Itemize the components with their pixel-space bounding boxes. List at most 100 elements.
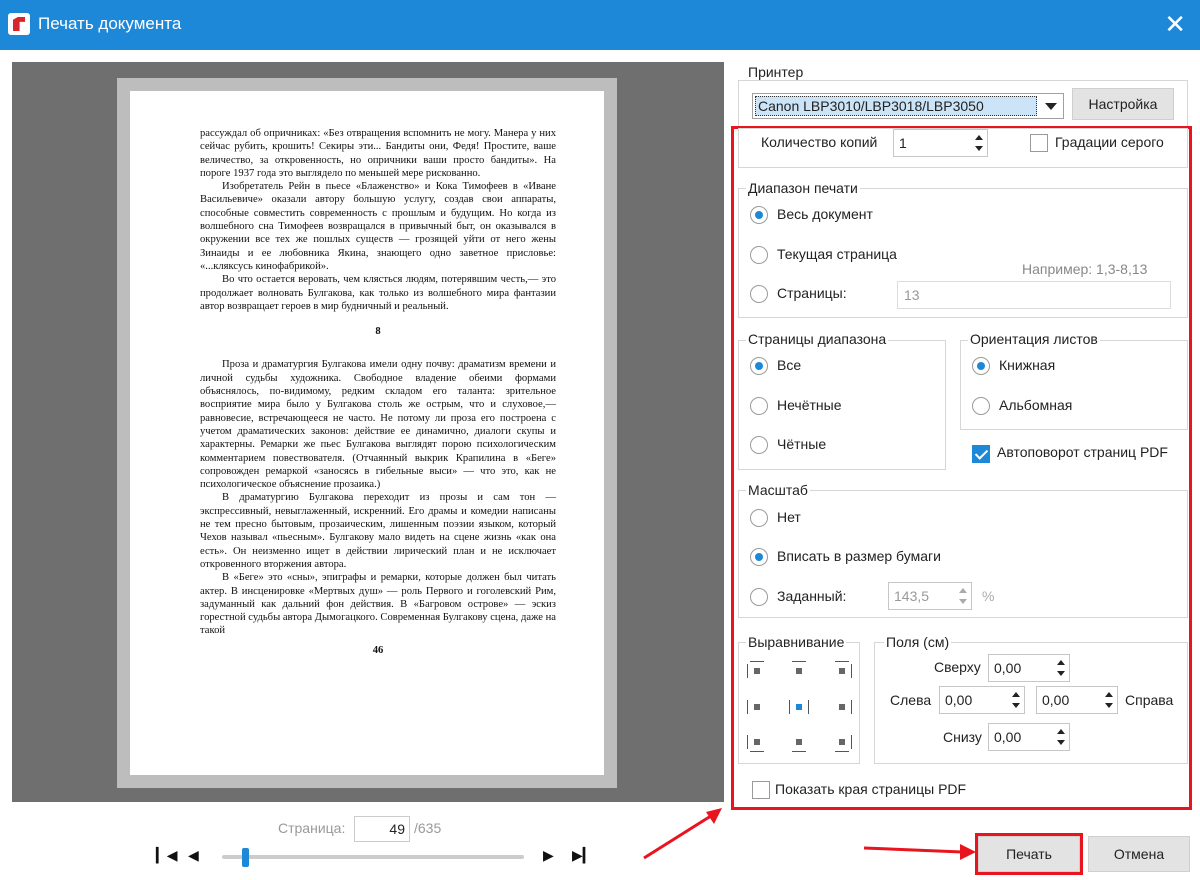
grayscale-label: Градации серого [1055, 134, 1164, 150]
range-pages-group [738, 340, 946, 470]
copies-label: Количество копий [761, 134, 878, 150]
align-bottom-left-icon[interactable] [747, 735, 764, 752]
copies-stepper[interactable]: 1 [893, 129, 988, 157]
scale-fit-label: Вписать в размер бумаги [777, 548, 941, 564]
margin-left-stepper[interactable]: 0,00 [939, 686, 1025, 714]
autorotate-checkbox[interactable] [972, 445, 990, 463]
close-icon[interactable]: ✕ [1164, 9, 1186, 39]
printer-selected: Canon LBP3010/LBP3018/LBP3050 [755, 96, 1037, 116]
margin-bottom-stepper[interactable]: 0,00 [988, 723, 1070, 751]
annotation-arrow-left [643, 808, 722, 860]
page-total: /635 [414, 820, 442, 836]
preview-paragraph: Во что остается веровать, чем клясться л… [200, 274, 556, 312]
show-edges-checkbox[interactable] [752, 781, 770, 799]
annotation-arrow-right [863, 844, 976, 860]
margin-left-value: 0,00 [945, 692, 973, 708]
decrement-icon[interactable] [1012, 703, 1020, 708]
align-right-icon[interactable] [835, 700, 852, 714]
align-bottom-icon[interactable] [792, 735, 806, 752]
margin-right-stepper[interactable]: 0,00 [1036, 686, 1118, 714]
scale-custom-label: Заданный: [777, 588, 847, 604]
decrement-icon[interactable] [1057, 671, 1065, 676]
align-top-left-icon[interactable] [747, 661, 764, 678]
cancel-button[interactable]: Отмена [1088, 836, 1190, 872]
title-bar: Печать документа ✕ [0, 0, 1200, 50]
align-bottom-right-icon[interactable] [835, 735, 852, 752]
print-button[interactable]: Печать [975, 833, 1083, 875]
first-page-icon[interactable]: ▎◀ [156, 847, 178, 864]
pages-odd-radio[interactable] [750, 397, 768, 415]
range-pages-label: Страницы: [777, 285, 847, 301]
preview-paragraph: Проза и драматургия Булгакова имели одну… [200, 359, 556, 491]
scale-fit-radio[interactable] [750, 548, 768, 566]
margin-top-stepper[interactable]: 0,00 [988, 654, 1070, 682]
chevron-down-icon[interactable] [1045, 103, 1057, 110]
range-all-label: Весь документ [777, 206, 873, 222]
printer-settings-button[interactable]: Настройка [1072, 88, 1174, 120]
margin-top-value: 0,00 [994, 660, 1022, 676]
scale-group-label: Масштаб [746, 482, 810, 498]
range-current-radio[interactable] [750, 246, 768, 264]
printer-group-label: Принтер [746, 64, 806, 80]
copies-value: 1 [899, 135, 907, 151]
scale-none-radio[interactable] [750, 509, 768, 527]
scale-none-label: Нет [777, 509, 801, 525]
decrement-icon[interactable] [959, 599, 967, 604]
decrement-icon[interactable] [1057, 740, 1065, 745]
page-footer-number: 46 [372, 644, 384, 656]
range-pages-group-label: Страницы диапазона [746, 331, 889, 347]
align-top-right-icon[interactable] [835, 661, 852, 678]
next-page-icon[interactable]: ▶ [543, 847, 554, 864]
autorotate-label: Автоповорот страниц PDF [997, 444, 1168, 460]
decrement-icon[interactable] [1105, 703, 1113, 708]
increment-icon[interactable] [975, 135, 983, 140]
orientation-landscape-label: Альбомная [999, 397, 1073, 413]
page-preview: рассуждал об опричниках: «Без отвращения… [130, 91, 604, 775]
scale-unit: % [982, 588, 995, 604]
increment-icon[interactable] [1012, 692, 1020, 697]
orientation-group [960, 340, 1188, 430]
orientation-group-label: Ориентация листов [968, 331, 1100, 347]
preview-paragraph: рассуждал об опричниках: «Без отвращения… [200, 128, 556, 179]
decrement-icon[interactable] [975, 146, 983, 151]
page-frame: рассуждал об опричниках: «Без отвращения… [117, 78, 617, 788]
prev-page-icon[interactable]: ◀ [188, 847, 199, 864]
range-pages-input[interactable]: 13 [897, 281, 1171, 309]
preview-paragraph: В «Беге» это «сны», эпиграфы и ремарки, … [200, 572, 556, 637]
alignment-group-label: Выравнивание [746, 634, 847, 650]
pages-all-radio[interactable] [750, 357, 768, 375]
scale-custom-value: 143,5 [894, 588, 930, 604]
margin-right-label: Справа [1125, 692, 1174, 708]
align-left-icon[interactable] [747, 700, 764, 714]
margin-bottom-value: 0,00 [994, 729, 1022, 745]
increment-icon[interactable] [959, 588, 967, 593]
printer-select[interactable]: Canon LBP3010/LBP3018/LBP3050 [752, 93, 1064, 119]
print-preview: рассуждал об опричниках: «Без отвращения… [12, 62, 724, 802]
margin-bottom-label: Снизу [943, 729, 982, 745]
orientation-portrait-radio[interactable] [972, 357, 990, 375]
orientation-portrait-label: Книжная [999, 357, 1056, 373]
preview-paragraph: В драматургию Булгакова переходит из про… [200, 492, 556, 570]
pages-even-radio[interactable] [750, 436, 768, 454]
range-pages-radio[interactable] [750, 285, 768, 303]
scale-custom-radio[interactable] [750, 588, 768, 606]
align-center-icon[interactable] [789, 700, 809, 714]
orientation-landscape-radio[interactable] [972, 397, 990, 415]
grayscale-checkbox[interactable] [1030, 134, 1048, 152]
increment-icon[interactable] [1105, 692, 1113, 697]
window-title: Печать документа [38, 14, 182, 33]
page-slider-track[interactable] [222, 855, 524, 859]
margin-left-label: Слева [890, 692, 932, 708]
page-label: Страница: [278, 820, 346, 836]
page-number-input[interactable]: 49 [354, 816, 410, 842]
print-range-label: Диапазон печати [746, 180, 860, 196]
align-top-icon[interactable] [792, 661, 806, 678]
pages-odd-label: Нечётные [777, 397, 842, 413]
increment-icon[interactable] [1057, 660, 1065, 665]
page-slider-thumb[interactable] [242, 848, 250, 867]
last-page-icon[interactable]: ▶▎ [572, 847, 594, 864]
range-all-radio[interactable] [750, 206, 768, 224]
pages-all-label: Все [777, 357, 802, 373]
increment-icon[interactable] [1057, 729, 1065, 734]
scale-custom-stepper[interactable]: 143,5 [888, 582, 972, 610]
